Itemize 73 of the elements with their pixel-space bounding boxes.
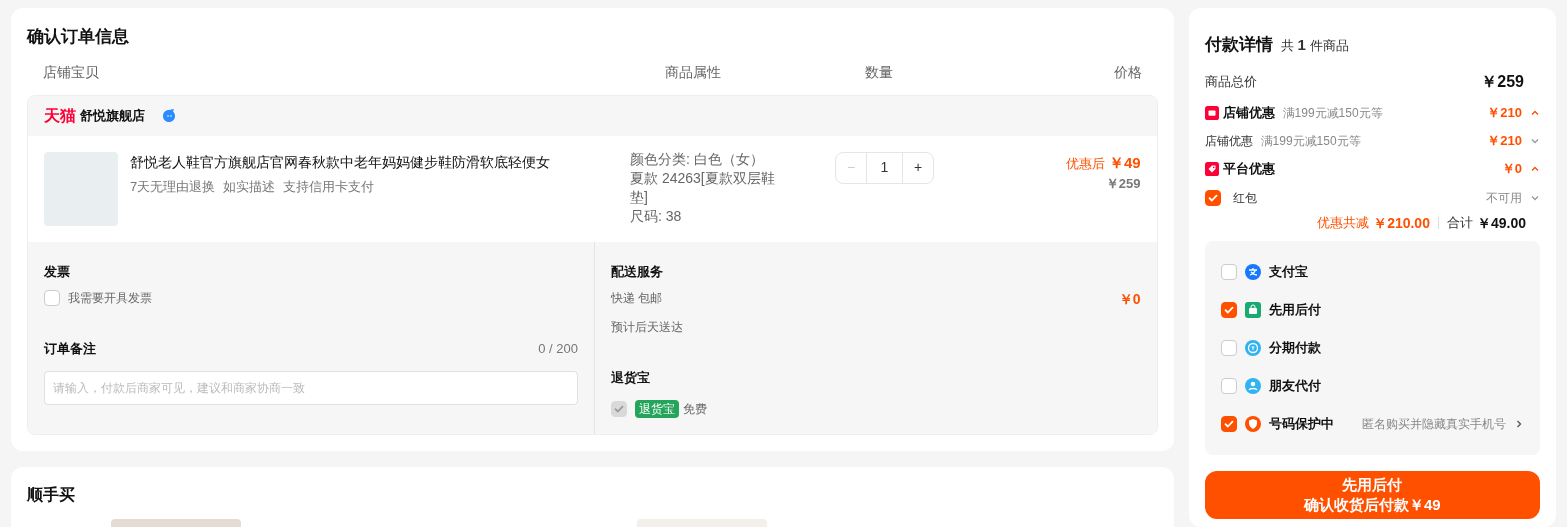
service-tag: 支持信用卡支付 bbox=[283, 176, 375, 196]
tag-icon bbox=[1204, 161, 1219, 176]
chevron-right-icon[interactable] bbox=[1514, 418, 1524, 429]
coupon-label: 红包 bbox=[1232, 189, 1257, 207]
payment-method-label[interactable]: 朋友代付 bbox=[1268, 375, 1321, 396]
total-label: 商品总价 bbox=[1204, 72, 1257, 91]
section-label: 发票 bbox=[44, 262, 71, 281]
column-header: 商品属性 bbox=[665, 62, 722, 82]
section-label: 订单备注 bbox=[44, 340, 96, 358]
payment-checkbox[interactable] bbox=[1220, 415, 1237, 432]
chat-icon[interactable] bbox=[161, 107, 177, 124]
shield-icon bbox=[1244, 415, 1261, 432]
section-title: 确认订单信息 bbox=[27, 26, 130, 48]
product-attribute: 尺码: 38 bbox=[630, 206, 683, 226]
payment-method-hint[interactable]: 匿名购买并隐藏真实手机号 bbox=[1362, 414, 1506, 433]
discount-desc: 满199元减150元等 bbox=[1282, 104, 1383, 122]
saved-amount: ￥210.00 bbox=[1373, 213, 1430, 233]
invoice-checkbox[interactable] bbox=[44, 290, 60, 306]
person-icon bbox=[1244, 377, 1261, 394]
discount-label: 店铺优惠 bbox=[1204, 132, 1253, 150]
service-tag: 如实描述 bbox=[223, 176, 276, 196]
delivery-price: ￥0 bbox=[1118, 290, 1141, 309]
service-tag: 7天无理由退换 bbox=[130, 176, 216, 196]
plus-button[interactable]: + bbox=[903, 152, 933, 183]
sum-label: 合计 bbox=[1446, 214, 1473, 233]
original-price: ￥259 bbox=[1105, 175, 1141, 193]
quantity-field[interactable]: 1 bbox=[866, 152, 903, 183]
discount-amount: ￥0 bbox=[1501, 159, 1522, 178]
char-count: 0 / 200 bbox=[538, 340, 578, 358]
product-attribute: 颜色分类: 白色（女） bbox=[630, 149, 765, 169]
payment-checkbox[interactable] bbox=[1220, 377, 1237, 394]
payment-method-label[interactable]: 支付宝 bbox=[1268, 261, 1308, 282]
coupon-status: 不可用 bbox=[1486, 189, 1522, 207]
platform-logo: 天猫 bbox=[44, 105, 76, 126]
delivery-method: 快递 包邮 bbox=[611, 290, 663, 307]
discount-amount: ￥210 bbox=[1487, 131, 1522, 150]
discount-label: 店铺优惠 bbox=[1222, 103, 1275, 122]
discount-label: 优惠后 bbox=[1065, 154, 1105, 173]
item-count-label: 件商品 bbox=[1309, 37, 1349, 55]
column-header: 店铺宝贝 bbox=[43, 62, 100, 82]
section-title: 顺手买 bbox=[27, 484, 76, 505]
payment-method-label[interactable]: 号码保护中 bbox=[1268, 413, 1334, 434]
checkbox-label: 我需要开具发票 bbox=[68, 290, 152, 307]
payment-title: 付款详情 bbox=[1204, 34, 1273, 56]
section-label: 退货宝 bbox=[611, 369, 651, 387]
delivery-eta: 预计后天送达 bbox=[611, 319, 684, 336]
discount-amount: ￥210 bbox=[1487, 103, 1522, 122]
item-count: 1 bbox=[1297, 35, 1306, 55]
discount-desc: 满199元减150元等 bbox=[1260, 132, 1361, 150]
payment-method-label[interactable]: 先用后付 bbox=[1268, 299, 1321, 320]
store-icon bbox=[1204, 105, 1219, 120]
discount-label: 平台优惠 bbox=[1222, 159, 1275, 178]
item-count-label: 共 bbox=[1280, 37, 1294, 55]
shopping-bag-icon bbox=[1244, 301, 1261, 318]
insurance-price: 免费 bbox=[683, 400, 707, 418]
shop-name[interactable]: 舒悦旗舰店 bbox=[80, 105, 145, 126]
payment-checkbox[interactable] bbox=[1220, 339, 1237, 356]
payment-method-label[interactable]: 分期付款 bbox=[1268, 337, 1321, 358]
payment-checkbox[interactable] bbox=[1220, 263, 1237, 280]
product-attribute: 夏款 24263[夏款双层鞋垫] bbox=[630, 168, 776, 207]
payment-icon bbox=[1244, 263, 1261, 280]
product-title[interactable]: 舒悦老人鞋官方旗舰店官网春秋款中老年妈妈健步鞋防滑软底轻便女 bbox=[130, 151, 580, 173]
saved-label: 优惠共减 bbox=[1317, 214, 1370, 233]
installment-icon bbox=[1244, 339, 1261, 356]
total-price: ￥259 bbox=[1481, 71, 1524, 92]
column-header: 数量 bbox=[865, 62, 894, 82]
column-header: 价格 bbox=[1113, 62, 1142, 82]
payment-checkbox[interactable] bbox=[1220, 301, 1237, 318]
discount-price: ￥49 bbox=[1108, 152, 1141, 173]
insurance-tag: 退货宝 bbox=[635, 399, 679, 418]
coupon-checkbox[interactable] bbox=[1204, 189, 1221, 206]
section-label: 配送服务 bbox=[611, 262, 663, 281]
sum-amount: ￥49.00 bbox=[1476, 213, 1526, 233]
